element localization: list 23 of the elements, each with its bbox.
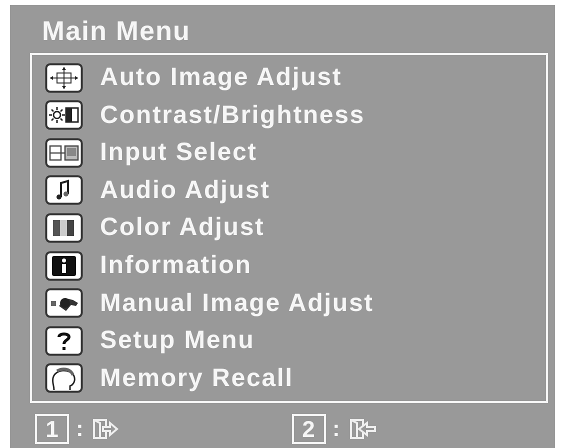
- key-label: 2: [292, 414, 326, 444]
- color-bars-icon: [45, 212, 83, 243]
- menu-item[interactable]: Input Select: [100, 138, 258, 168]
- menu-item[interactable]: Audio Adjust: [100, 176, 270, 205]
- input-screens-icon: [45, 138, 83, 168]
- music-note-icon: [45, 175, 83, 206]
- menu-item[interactable]: Manual Image Adjust: [100, 288, 374, 318]
- menu-title: Main Menu: [42, 15, 192, 47]
- menu-item[interactable]: Information: [100, 251, 252, 280]
- colon-separator: :: [332, 416, 340, 442]
- move-arrows-icon: [45, 62, 83, 93]
- menu-item[interactable]: Contrast/Brightness: [100, 100, 366, 130]
- key-label: 1: [35, 414, 69, 444]
- colon-separator: :: [76, 416, 84, 442]
- head-icon: [45, 363, 83, 394]
- sun-contrast-icon: [45, 100, 83, 130]
- menu-item[interactable]: Setup Menu: [100, 326, 255, 356]
- menu-item[interactable]: Color Adjust: [100, 213, 265, 242]
- question-mark-icon: [45, 326, 83, 356]
- exit-door-icon: [90, 417, 120, 441]
- menu-item[interactable]: Memory Recall: [100, 364, 294, 393]
- info-icon: [45, 250, 83, 280]
- menu-item[interactable]: Auto Image Adjust: [100, 63, 342, 92]
